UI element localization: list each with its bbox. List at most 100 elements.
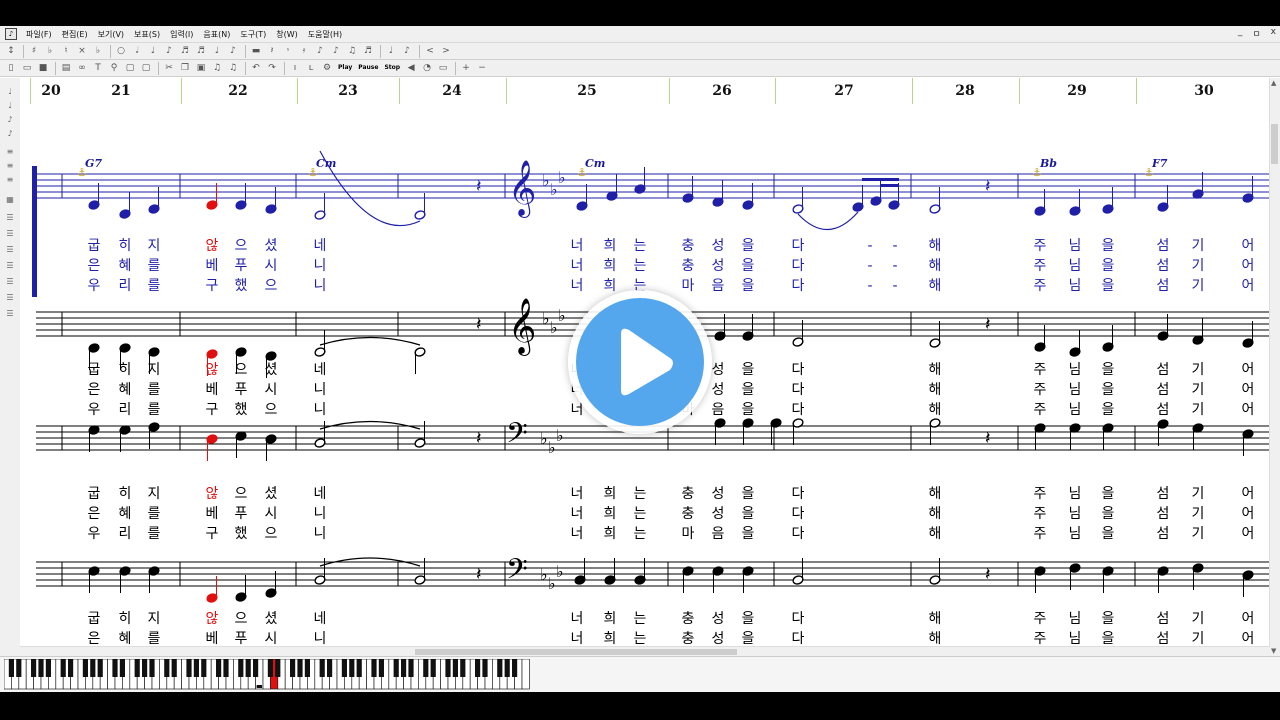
menu-file[interactable]: 파일(F) <box>21 29 57 40</box>
minimize-button[interactable]: _ <box>1238 27 1243 40</box>
decrescendo-icon[interactable]: > <box>439 44 453 58</box>
dotted-eighth-icon[interactable]: ♪ <box>226 44 240 58</box>
grid-icon[interactable]: ▦ <box>4 194 16 206</box>
menu-note[interactable]: 음표(N) <box>198 29 235 40</box>
undo-icon[interactable]: ↶ <box>249 61 263 75</box>
pause-button[interactable]: Pause <box>356 61 380 75</box>
list6-icon[interactable]: ☰ <box>4 292 16 304</box>
grace-eighth-icon[interactable]: ♪ <box>329 44 343 58</box>
measure-number[interactable]: 20 <box>41 83 60 99</box>
measure-number[interactable]: 21 <box>111 83 130 99</box>
stem-icon[interactable]: ♪ <box>4 114 16 126</box>
open-folder-icon[interactable]: ▭ <box>20 61 34 75</box>
play-button[interactable]: Play <box>336 61 354 75</box>
metronome-icon[interactable]: ◔ <box>420 61 434 75</box>
measure-number[interactable]: 30 <box>1194 83 1213 99</box>
piano-keys[interactable] <box>4 659 534 691</box>
crescendo-icon[interactable]: < <box>423 44 437 58</box>
measure-number[interactable]: 25 <box>577 83 596 99</box>
triplet-icon[interactable]: ♫ <box>345 44 359 58</box>
flat-icon[interactable]: ♭ <box>43 44 57 58</box>
measure-number[interactable]: 28 <box>955 83 974 99</box>
tie-icon[interactable]: ♩ <box>384 44 398 58</box>
list5-icon[interactable]: ☰ <box>4 276 16 288</box>
video-play-overlay[interactable] <box>568 290 712 434</box>
menu-tools[interactable]: 도구(T) <box>235 29 271 40</box>
menu-view[interactable]: 보기(V) <box>93 29 129 40</box>
menu-help[interactable]: 도움말(H) <box>303 29 347 40</box>
eighth-note-icon[interactable]: ♪ <box>162 44 176 58</box>
eighth-rest-icon[interactable]: 𝄾 <box>281 44 295 58</box>
piano-keyboard[interactable] <box>0 656 1280 692</box>
vertical-scroll-thumb[interactable] <box>1271 124 1278 164</box>
chord-symbol[interactable]: Cm <box>585 157 605 170</box>
note-down-icon[interactable]: ♩ <box>4 100 16 112</box>
menu-staff[interactable]: 보표(S) <box>129 29 165 40</box>
save-icon[interactable]: ■ <box>36 61 50 75</box>
list2-icon[interactable]: ☰ <box>4 228 16 240</box>
zoom-icon[interactable]: ⚲ <box>107 61 121 75</box>
stop-button[interactable]: Stop <box>382 61 402 75</box>
toggle-icon[interactable]: ↕ <box>4 44 18 58</box>
measure-number[interactable]: 22 <box>228 83 247 99</box>
sixteenth-note-icon[interactable]: ♬ <box>178 44 192 58</box>
glasses-icon[interactable]: ∞ <box>75 61 89 75</box>
chord-symbol[interactable]: F7 <box>1151 157 1168 170</box>
measure-number[interactable]: 29 <box>1067 83 1086 99</box>
double-sharp-icon[interactable]: × <box>75 44 89 58</box>
list3-icon[interactable]: ☰ <box>4 244 16 256</box>
quarter-note-icon[interactable]: ♩ <box>146 44 160 58</box>
page-setup-icon[interactable]: ▢ <box>139 61 153 75</box>
grace-note-icon[interactable]: ♪ <box>313 44 327 58</box>
horizontal-scroll-thumb[interactable] <box>415 649 737 655</box>
redo-icon[interactable]: ↷ <box>265 61 279 75</box>
add-icon[interactable]: + <box>459 61 473 75</box>
natural-icon[interactable]: ♮ <box>59 44 73 58</box>
cut-icon[interactable]: ✂ <box>162 61 176 75</box>
copy-icon[interactable]: ❐ <box>178 61 192 75</box>
triplet-eighth-icon[interactable]: ♬ <box>361 44 375 58</box>
sixteenth-rest-icon[interactable]: 𝄿 <box>297 44 311 58</box>
midi-icon[interactable]: ⚙ <box>320 61 334 75</box>
measure-number[interactable]: 27 <box>834 83 853 99</box>
app-icon[interactable]: ♪ <box>5 28 17 40</box>
menu-edit[interactable]: 편집(E) <box>57 29 93 40</box>
menu-window[interactable]: 창(W) <box>271 29 303 40</box>
menu-input[interactable]: 입력(I) <box>165 29 198 40</box>
note-copy-icon[interactable]: ♫ <box>210 61 224 75</box>
remove-icon[interactable]: − <box>475 61 489 75</box>
paste-icon[interactable]: ▣ <box>194 61 208 75</box>
staff-lines-icon[interactable]: ≡ <box>4 146 16 158</box>
restore-button[interactable]: ㅁ <box>1252 27 1260 40</box>
print-preview-icon[interactable]: ▢ <box>123 61 137 75</box>
vertical-scrollbar[interactable]: ▲ ▼ <box>1269 78 1280 656</box>
chord-symbol[interactable]: Cm <box>316 157 336 170</box>
half-rest-icon[interactable]: ▬ <box>249 44 263 58</box>
whole-note-icon[interactable]: ○ <box>114 44 128 58</box>
beam-icon[interactable]: ♪ <box>400 44 414 58</box>
double-flat-icon[interactable]: ♭ <box>91 44 105 58</box>
volume-icon[interactable]: ◀ <box>404 61 418 75</box>
sharp-icon[interactable]: ♯ <box>27 44 41 58</box>
scroll-up-icon[interactable]: ▲ <box>1271 79 1276 87</box>
chord-symbol[interactable]: Bb <box>1039 157 1057 170</box>
quarter-rest-icon[interactable]: 𝄽 <box>265 44 279 58</box>
flag-icon[interactable]: ♪ <box>4 128 16 140</box>
list4-icon[interactable]: ☰ <box>4 260 16 272</box>
scroll-down-icon[interactable]: ▼ <box>1271 647 1276 655</box>
dotted-note-icon[interactable]: ♩ <box>210 44 224 58</box>
lyric-icon[interactable]: ı <box>288 61 302 75</box>
chord-symbol[interactable]: G7 <box>85 157 102 170</box>
measure-number[interactable]: 24 <box>442 83 461 99</box>
close-button[interactable]: x <box>1271 27 1276 40</box>
chord-icon[interactable]: ʟ <box>304 61 318 75</box>
keyboard-icon[interactable]: ▭ <box>436 61 450 75</box>
measure-number[interactable]: 23 <box>338 83 357 99</box>
list-icon[interactable]: ☰ <box>4 212 16 224</box>
print-icon[interactable]: ▤ <box>59 61 73 75</box>
thirtysecond-note-icon[interactable]: ♬ <box>194 44 208 58</box>
play-icon[interactable] <box>568 290 712 434</box>
staff-add-icon[interactable]: ≡ <box>4 160 16 172</box>
staff-remove-icon[interactable]: ≡ <box>4 174 16 186</box>
half-note-icon[interactable]: 𝅗𝅥 <box>130 44 144 58</box>
